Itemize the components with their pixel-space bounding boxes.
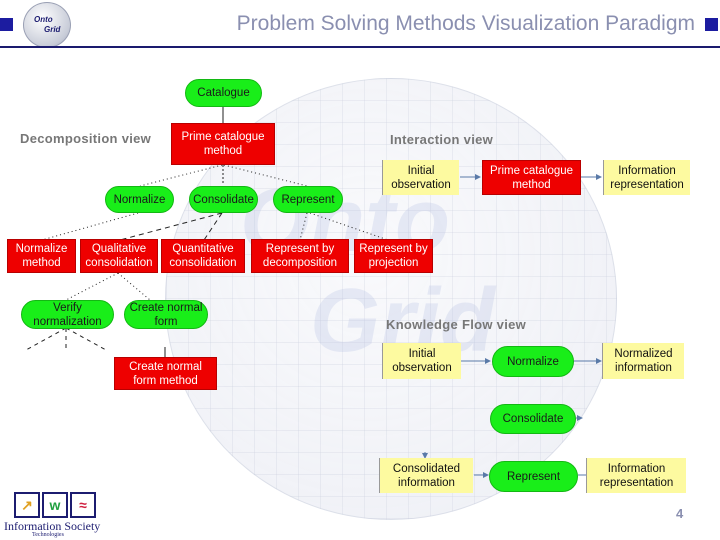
edge-verify-out-right (65, 327, 107, 351)
ist-wave-icon: w (42, 492, 68, 518)
page-number: 4 (676, 506, 684, 521)
node-quantitative-consolidation[interactable]: Quantitative consolidation (161, 239, 245, 273)
edge-qualitative-createform (117, 272, 151, 301)
iv-node-information-representation[interactable]: Information representation (603, 160, 690, 195)
kf-node-consolidate[interactable]: Consolidate (490, 404, 576, 434)
node-verify-normalization[interactable]: Verify normalization (21, 300, 114, 329)
edge-prime-normalize (139, 164, 223, 187)
kf-node-initial-observation[interactable]: Initial observation (382, 343, 461, 379)
edge-normalize-method (41, 212, 139, 241)
kf-node-consolidated-information[interactable]: Consolidated information (379, 458, 473, 493)
edge-prime-represent (223, 164, 308, 187)
knowledge-flow-view-label: Knowledge Flow view (386, 317, 527, 332)
node-create-normal-form[interactable]: Create normal form (124, 300, 208, 329)
iv-node-initial-observation[interactable]: Initial observation (382, 160, 459, 195)
ist-approx-icon: ≈ (70, 492, 96, 518)
decomposition-view-label: Decomposition view (20, 131, 152, 146)
node-qualitative-consolidation[interactable]: Qualitative consolidation (80, 239, 158, 273)
kf-node-normalized-information[interactable]: Normalized information (602, 343, 684, 379)
iv-node-prime-catalogue-method[interactable]: Prime catalogue method (482, 160, 581, 195)
node-represent-by-decomposition[interactable]: Represent by decomposition (251, 239, 349, 273)
node-prime-catalogue-method[interactable]: Prime catalogue method (171, 123, 275, 165)
ist-arrow-icon: ↗ (14, 492, 40, 518)
edge-verify-out-left (25, 327, 67, 351)
kf-node-information-representation[interactable]: Information representation (586, 458, 686, 493)
node-consolidate[interactable]: Consolidate (189, 186, 258, 213)
edge-consolidate-quantitative (203, 212, 223, 241)
ist-logo-icons: ↗ w ≈ (14, 492, 96, 518)
kf-node-normalize[interactable]: Normalize (492, 346, 574, 377)
node-catalogue[interactable]: Catalogue (185, 79, 262, 107)
edge-represent-decomp (299, 212, 308, 241)
edge-represent-projection (309, 212, 389, 241)
kf-node-represent[interactable]: Represent (489, 461, 578, 492)
node-normalize[interactable]: Normalize (105, 186, 174, 213)
edge-qualitative-verify (65, 272, 119, 301)
node-represent[interactable]: Represent (273, 186, 343, 213)
ist-logo-sublabel: Technologies (32, 532, 64, 538)
node-normalize-method[interactable]: Normalize method (7, 239, 76, 273)
node-represent-by-projection[interactable]: Represent by projection (354, 239, 433, 273)
node-create-normal-form-method[interactable]: Create normal form method (114, 357, 217, 390)
interaction-view-label: Interaction view (390, 132, 494, 147)
